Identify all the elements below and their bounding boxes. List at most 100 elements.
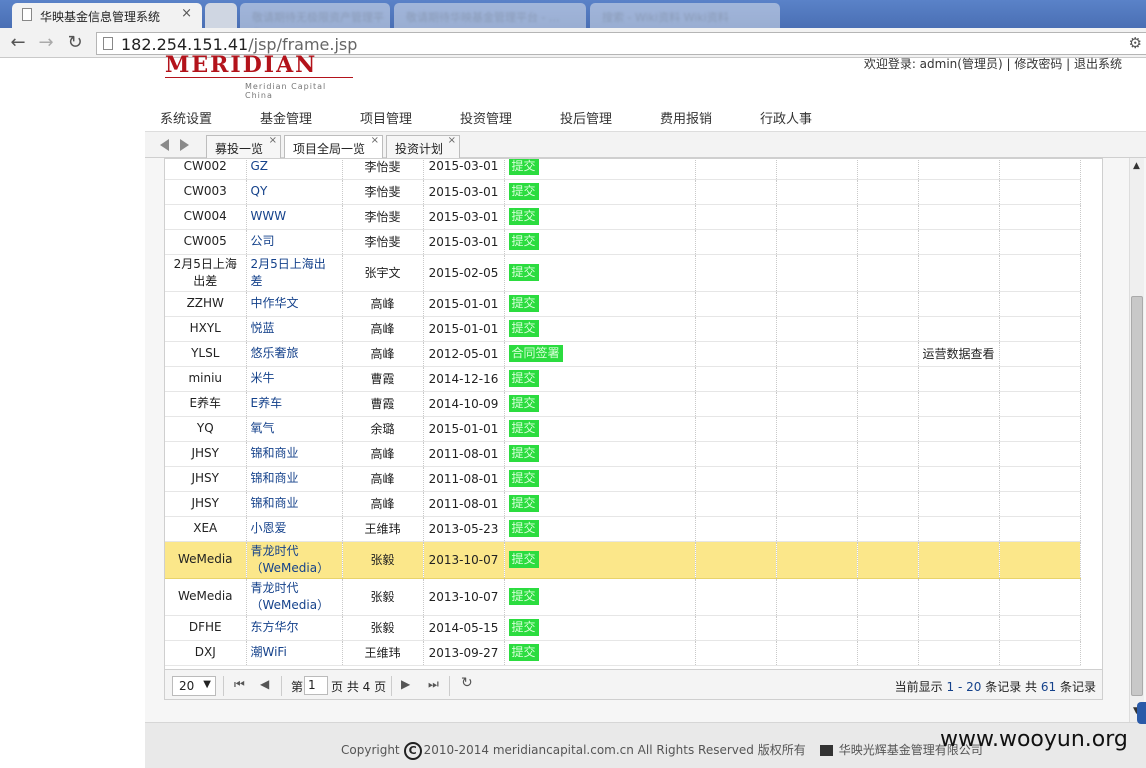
- operations-link[interactable]: [918, 516, 1000, 542]
- operations-link[interactable]: [918, 366, 1000, 392]
- status-badge[interactable]: 提交: [508, 619, 539, 636]
- operations-link[interactable]: [918, 254, 1000, 292]
- table-row[interactable]: JHSY 锦和商业 高峰 2011-08-01 提交: [165, 441, 1081, 467]
- nav-item-expense[interactable]: 费用报销: [660, 108, 712, 127]
- status-badge[interactable]: 提交: [508, 520, 539, 537]
- table-row[interactable]: XEA 小恩爱 王维玮 2013-05-23 提交: [165, 516, 1081, 542]
- status-badge[interactable]: 提交: [508, 420, 539, 437]
- browser-tab[interactable]: 搜索 - Wiki资料 Wiki资料: [590, 3, 780, 28]
- scrollbar-thumb[interactable]: [1131, 296, 1143, 696]
- table-row[interactable]: WeMedia 青龙时代（WeMedia） 张毅 2013-10-07 提交: [165, 541, 1081, 579]
- table-row[interactable]: CW004 WWW 李怡斐 2015-03-01 提交: [165, 204, 1081, 230]
- status-badge[interactable]: 提交: [508, 159, 539, 175]
- operations-link[interactable]: 运营数据查看: [918, 341, 1000, 367]
- tab-fundraising-overview[interactable]: 募投一览 ×: [206, 135, 281, 159]
- status-badge[interactable]: 提交: [508, 470, 539, 487]
- project-name-link[interactable]: 2月5日上海出差: [246, 254, 343, 292]
- project-name-link[interactable]: 东方华尔: [246, 615, 343, 641]
- status-badge[interactable]: 提交: [508, 264, 539, 281]
- browser-tab[interactable]: 敬请期待华映基金管理平台 - ...: [394, 3, 586, 28]
- operations-link[interactable]: [918, 291, 1000, 317]
- vertical-scrollbar[interactable]: ▲ ▼: [1129, 158, 1144, 722]
- tab-project-overview[interactable]: 项目全局一览 ×: [284, 135, 383, 160]
- operations-link[interactable]: [918, 229, 1000, 255]
- operations-link[interactable]: [918, 391, 1000, 417]
- project-name-link[interactable]: 锦和商业: [246, 466, 343, 492]
- first-page-icon[interactable]: ⏮: [234, 677, 245, 692]
- nav-item-post-investment[interactable]: 投后管理: [560, 108, 612, 127]
- nav-item-system[interactable]: 系统设置: [160, 108, 212, 127]
- operations-link[interactable]: [918, 441, 1000, 467]
- project-name-link[interactable]: 悦蓝: [246, 316, 343, 342]
- last-page-icon[interactable]: ⏭: [428, 677, 439, 692]
- status-badge[interactable]: 提交: [508, 588, 539, 605]
- close-icon[interactable]: ×: [269, 135, 277, 146]
- operations-link[interactable]: [918, 159, 1000, 180]
- table-row[interactable]: CW005 公司 李怡斐 2015-03-01 提交: [165, 229, 1081, 255]
- browser-tab-active[interactable]: 华映基金信息管理系统 ×: [12, 3, 202, 28]
- status-badge[interactable]: 提交: [508, 233, 539, 250]
- operations-link[interactable]: [918, 578, 1000, 616]
- new-tab-button[interactable]: [205, 3, 237, 28]
- status-badge[interactable]: 提交: [508, 551, 539, 568]
- project-name-link[interactable]: 米牛: [246, 366, 343, 392]
- project-name-link[interactable]: 青龙时代（WeMedia）: [246, 578, 343, 616]
- operations-link[interactable]: [918, 491, 1000, 517]
- project-name-link[interactable]: 青龙时代（WeMedia）: [246, 541, 343, 579]
- operations-link[interactable]: [918, 204, 1000, 230]
- project-name-link[interactable]: 氧气: [246, 416, 343, 442]
- table-row[interactable]: DXJ 潮WiFi 王维玮 2013-09-27 提交: [165, 640, 1081, 666]
- project-name-link[interactable]: GZ: [246, 159, 343, 180]
- close-icon[interactable]: ×: [448, 135, 456, 146]
- project-name-link[interactable]: 悠乐奢旅: [246, 341, 343, 367]
- project-name-link[interactable]: WWW: [246, 204, 343, 230]
- status-badge[interactable]: 提交: [508, 208, 539, 225]
- operations-link[interactable]: [918, 179, 1000, 205]
- operations-link[interactable]: [918, 466, 1000, 492]
- table-row[interactable]: CW002 GZ 李怡斐 2015-03-01 提交: [165, 159, 1081, 180]
- user-bar[interactable]: 欢迎登录: admin(管理员) | 修改密码 | 退出系统: [864, 55, 1122, 72]
- project-name-link[interactable]: 潮WiFi: [246, 640, 343, 666]
- forward-arrow-icon[interactable]: →: [34, 31, 58, 55]
- nav-item-fund[interactable]: 基金管理: [260, 108, 312, 127]
- status-badge[interactable]: 提交: [508, 320, 539, 337]
- operations-link[interactable]: [918, 541, 1000, 579]
- table-row[interactable]: 2月5日上海出差 2月5日上海出差 张宇文 2015-02-05 提交: [165, 254, 1081, 292]
- nav-item-project[interactable]: 项目管理: [360, 108, 412, 127]
- scroll-up-icon[interactable]: ▲: [1133, 161, 1140, 171]
- project-name-link[interactable]: 锦和商业: [246, 441, 343, 467]
- next-page-icon[interactable]: ▶: [401, 677, 410, 691]
- table-row[interactable]: YQ 氧气 余璐 2015-01-01 提交: [165, 416, 1081, 442]
- browser-tab[interactable]: 敬请期待无极限资产管理平台 - ...: [240, 3, 390, 40]
- table-row[interactable]: ZZHW 中作华文 高峰 2015-01-01 提交: [165, 291, 1081, 317]
- table-row[interactable]: miniu 米牛 曹霞 2014-12-16 提交: [165, 366, 1081, 392]
- status-badge[interactable]: 提交: [508, 445, 539, 462]
- status-badge[interactable]: 提交: [508, 295, 539, 312]
- table-row[interactable]: JHSY 锦和商业 高峰 2011-08-01 提交: [165, 491, 1081, 517]
- status-badge[interactable]: 提交: [508, 495, 539, 512]
- status-badge[interactable]: 合同签署: [508, 345, 563, 362]
- operations-link[interactable]: [918, 316, 1000, 342]
- status-badge[interactable]: 提交: [508, 644, 539, 661]
- operations-link[interactable]: [918, 615, 1000, 641]
- table-row[interactable]: WeMedia 青龙时代（WeMedia） 张毅 2013-10-07 提交: [165, 578, 1081, 616]
- status-badge[interactable]: 提交: [508, 183, 539, 200]
- table-row[interactable]: JHSY 锦和商业 高峰 2011-08-01 提交: [165, 466, 1081, 492]
- reload-icon[interactable]: ↻: [63, 31, 87, 55]
- table-row[interactable]: HXYL 悦蓝 高峰 2015-01-01 提交: [165, 316, 1081, 342]
- project-name-link[interactable]: E养车: [246, 391, 343, 417]
- operations-link[interactable]: [918, 416, 1000, 442]
- nav-item-admin[interactable]: 行政人事: [760, 108, 812, 127]
- page-number-input[interactable]: 1: [304, 676, 328, 695]
- edge-widget-icon[interactable]: [1137, 702, 1146, 724]
- nav-item-investment[interactable]: 投资管理: [460, 108, 512, 127]
- back-arrow-icon[interactable]: ←: [6, 31, 30, 55]
- project-name-link[interactable]: 中作华文: [246, 291, 343, 317]
- scroll-left-icon[interactable]: [160, 139, 169, 151]
- close-icon[interactable]: ×: [371, 135, 379, 146]
- wrench-icon[interactable]: ⚙: [1129, 34, 1142, 52]
- status-badge[interactable]: 提交: [508, 370, 539, 387]
- scroll-right-icon[interactable]: [180, 139, 189, 151]
- status-badge[interactable]: 提交: [508, 395, 539, 412]
- tab-investment-plan[interactable]: 投资计划 ×: [386, 135, 460, 159]
